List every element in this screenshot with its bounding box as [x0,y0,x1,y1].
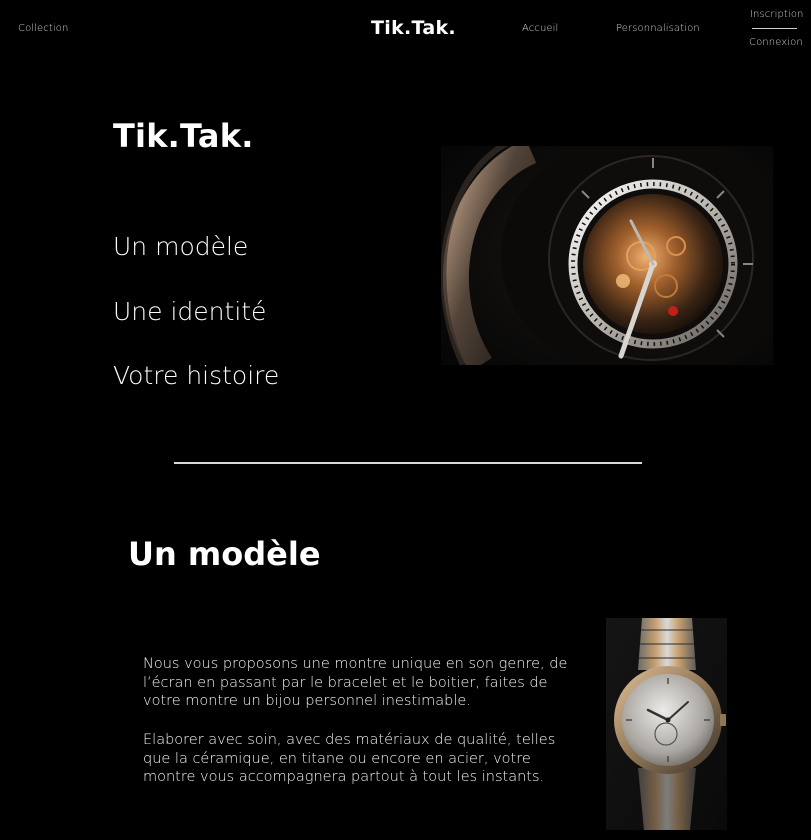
hero-title: Tik.Tak. [113,117,254,155]
hero-tagline-identity: Une identité [113,297,267,326]
hero-watch-image [441,146,773,365]
nav-collection-link[interactable]: Collection [18,23,68,34]
materials-paragraph: Elaborer avec soin, avec des matériaux d… [143,732,556,785]
nav-signup-link[interactable]: Inscription [750,9,804,20]
hero-tagline-model: Un modèle [113,232,249,261]
nav-login-link[interactable]: Connexion [749,37,803,48]
section-title: Un modèle [128,535,321,573]
nav-customization-link[interactable]: Personnalisation [616,23,700,34]
nav-home-link[interactable]: Accueil [522,23,558,34]
brand-logo[interactable]: Tik.Tak. [371,17,456,39]
product-watch-image [606,618,727,830]
section-divider [174,462,642,464]
intro-paragraph: Nous vous proposons une montre unique en… [143,656,568,709]
hero-tagline-story: Votre histoire [113,361,280,390]
auth-divider [752,28,797,29]
